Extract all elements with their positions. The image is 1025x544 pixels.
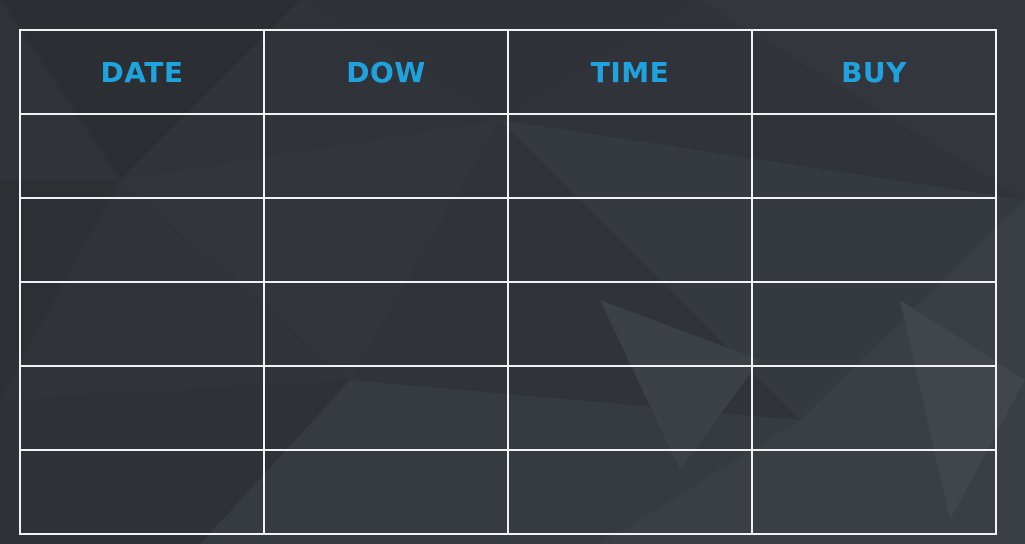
table-cell — [19, 113, 265, 199]
table-cell — [263, 281, 509, 367]
table-cell — [751, 449, 997, 535]
table-cell — [263, 449, 509, 535]
table-cell — [263, 113, 509, 199]
table-cell — [263, 365, 509, 451]
table-cell — [507, 197, 753, 283]
table-cell — [19, 449, 265, 535]
table-row — [19, 281, 997, 367]
table-cell — [19, 365, 265, 451]
table-row — [19, 449, 997, 535]
table-cell — [19, 197, 265, 283]
header-buy: BUY — [751, 29, 997, 115]
table-row — [19, 365, 997, 451]
table-cell — [19, 281, 265, 367]
header-time: TIME — [507, 29, 753, 115]
header-date: DATE — [19, 29, 265, 115]
table-cell — [507, 449, 753, 535]
table-cell — [507, 365, 753, 451]
table-cell — [751, 197, 997, 283]
table-row — [19, 113, 997, 199]
table-cell — [751, 281, 997, 367]
table-cell — [263, 197, 509, 283]
table-cell — [751, 113, 997, 199]
data-table: DATE DOW TIME BUY — [19, 29, 997, 535]
header-dow: DOW — [263, 29, 509, 115]
table-cell — [507, 281, 753, 367]
table-cell — [751, 365, 997, 451]
table-row — [19, 197, 997, 283]
table-cell — [507, 113, 753, 199]
header-row: DATE DOW TIME BUY — [19, 29, 997, 115]
